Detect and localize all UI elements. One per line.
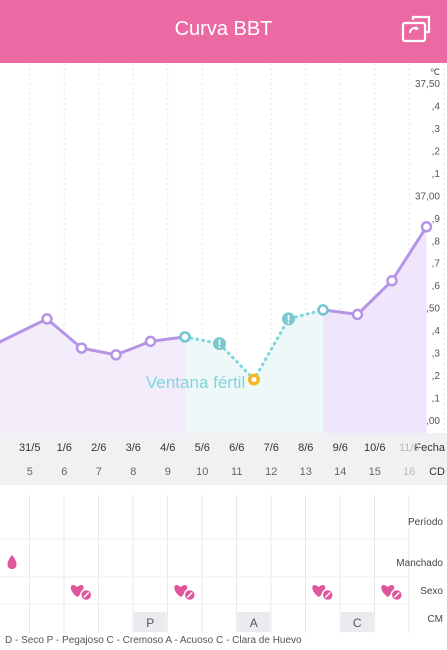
y-tick-label: ,4 [432, 101, 441, 112]
date-table: Fecha CD 31/5 5 1/6 6 2/6 7 3/6 8 4/6 9 5/6 10 6/6 11… [0, 433, 447, 485]
cycle-day-cell: 16 [403, 466, 416, 478]
date-cell[interactable]: 5/6 [185, 442, 219, 454]
cycle-day-cell: 13 [299, 466, 312, 478]
fertile-window-label: Ventana fértil [146, 373, 245, 392]
spotting-drop-icon [7, 555, 17, 569]
data-point [75, 342, 88, 354]
data-point [386, 274, 398, 287]
app-header: Curva BBT [0, 0, 447, 63]
y-tick-label: ,3 [432, 349, 441, 360]
bbt-chart[interactable]: 37,50,4,3,2,137,00,9,8,7,636,50,4,3,2,13… [0, 63, 447, 433]
date-cell[interactable]: 1/6 [47, 442, 81, 454]
cycle-day-cell: 5 [26, 466, 33, 478]
data-point [110, 349, 122, 361]
rotate-screen-icon[interactable] [401, 14, 433, 46]
cycle-day-cell: 7 [95, 466, 102, 478]
date-cell[interactable]: 10/6 [358, 442, 392, 454]
cycle-day-cell: 9 [164, 466, 171, 478]
cd-label: CD [429, 466, 445, 478]
date-cell[interactable]: 31/5 [13, 442, 47, 454]
page-title: Curva BBT [174, 18, 273, 40]
date-cell[interactable]: 8/6 [289, 442, 323, 454]
data-point [41, 313, 53, 325]
area-after-fertile [323, 226, 427, 433]
y-tick-label: ,6 [432, 281, 441, 292]
unit-label: ℃ [430, 67, 440, 77]
date-cell[interactable]: 2/6 [82, 442, 116, 454]
date-cell[interactable]: 9/6 [323, 442, 357, 454]
cycle-day-cell: 11 [231, 466, 243, 478]
y-tick-label: ,3 [432, 124, 441, 135]
data-point [317, 304, 329, 316]
y-tick-label: ,4 [432, 326, 441, 337]
cycle-day-cell: 6 [61, 466, 68, 478]
row-label-periodo: Período [407, 517, 443, 528]
y-tick-label: 37,00 [415, 191, 440, 202]
date-cell[interactable]: 4/6 [151, 442, 185, 454]
y-tick-label: 37,50 [415, 79, 440, 90]
data-point [144, 335, 157, 348]
cycle-day-cell: 14 [334, 466, 347, 478]
ovulation-marker-center [251, 377, 257, 383]
y-tick-label: ,1 [432, 394, 441, 405]
cycle-day-cell: 10 [196, 466, 209, 478]
cycle-day-cell: 8 [130, 466, 137, 478]
cm-mark: A [250, 616, 258, 630]
warning-mark: ! [218, 337, 222, 351]
cycle-day-cell: 15 [368, 466, 381, 478]
y-tick-label: ,7 [432, 259, 441, 270]
warning-mark: ! [287, 312, 291, 326]
y-tick-label: ,2 [432, 371, 441, 382]
y-tick-label: ,2 [432, 146, 441, 157]
row-label-cm: CM [427, 614, 443, 625]
data-point [351, 308, 364, 321]
record-grid[interactable]: PAC [0, 495, 410, 633]
row-label-sexo: Sexo [420, 586, 443, 597]
y-tick-label: ,8 [432, 236, 441, 247]
cm-legend: D - Seco P - Pegajoso C - Cremoso A - Ac… [5, 635, 302, 646]
area-fertile [185, 309, 323, 433]
data-point [420, 221, 433, 233]
y-tick-label: ,1 [432, 169, 441, 180]
cm-mark: C [353, 616, 362, 630]
date-cell[interactable]: 6/6 [220, 442, 254, 454]
cm-mark: P [146, 616, 154, 630]
date-cell[interactable]: 3/6 [116, 442, 150, 454]
row-label-manchado: Manchado [396, 558, 443, 569]
cycle-day-cell: 12 [265, 466, 278, 478]
data-point [179, 331, 191, 343]
date-cell[interactable]: 11/6 [392, 442, 426, 454]
date-cell[interactable]: 7/6 [254, 442, 288, 454]
y-tick-label: ,9 [432, 214, 441, 225]
